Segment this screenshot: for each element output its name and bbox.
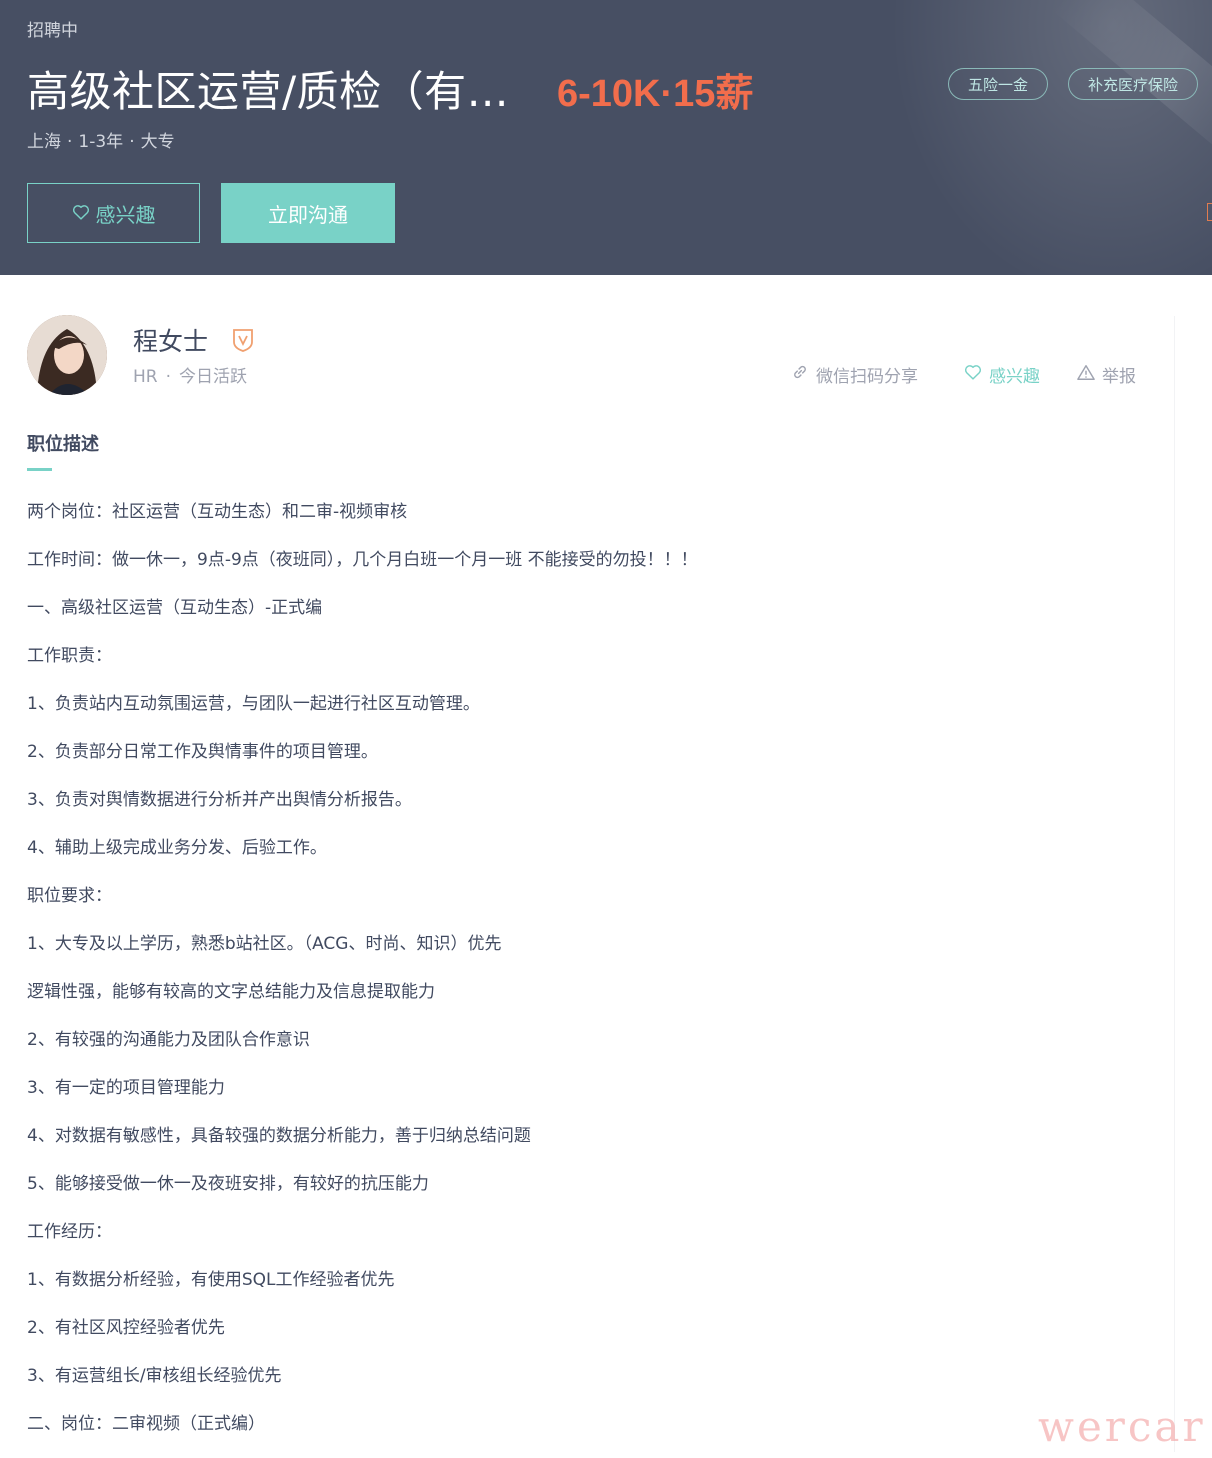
job-salary: 6-10K·15薪 <box>557 73 754 115</box>
recruiter-meta: HR · 今日活跃 <box>133 362 247 387</box>
wechat-share-link[interactable]: 微信扫码分享 <box>791 362 918 387</box>
description-line: 3、有一定的项目管理能力 <box>27 1078 225 1098</box>
description-line: 1、有数据分析经验，有使用SQL工作经验者优先 <box>27 1270 395 1290</box>
section-title: 职位描述 <box>27 434 99 455</box>
job-education: 大专 <box>140 132 175 152</box>
benefit-tag: 补充医疗保险 <box>1068 68 1199 100</box>
job-location: 上海 <box>27 132 61 152</box>
description-line: 5、能够接受做一休一及夜班安排，有较好的抗压能力 <box>27 1174 429 1194</box>
description-line: 4、对数据有敏感性，具备较强的数据分析能力，善于归纳总结问题 <box>27 1126 531 1146</box>
description-line: 2、有较强的沟通能力及团队合作意识 <box>27 1030 310 1050</box>
avatar <box>27 315 107 395</box>
description-line: 1、负责站内互动氛围运营，与团队一起进行社区互动管理。 <box>27 694 480 714</box>
watermark: wercar <box>1038 1402 1206 1451</box>
description-line: 一、高级社区运营（互动生态）-正式编 <box>27 598 323 618</box>
recruiter-activity: 今日活跃 <box>179 367 248 387</box>
heart-icon <box>964 364 982 385</box>
interest-button-label: 感兴趣 <box>95 202 156 227</box>
description-line: 3、负责对舆情数据进行分析并产出舆情分析报告。 <box>27 790 412 810</box>
description-line: 2、负责部分日常工作及舆情事件的项目管理。 <box>27 742 378 762</box>
interest-button[interactable]: 感兴趣 <box>27 183 200 243</box>
interest-link[interactable]: 感兴趣 <box>964 362 1040 387</box>
recruiter-role: HR <box>133 367 158 387</box>
description-line: 2、有社区风控经验者优先 <box>27 1318 225 1338</box>
edge-bracket-decoration <box>1207 203 1212 221</box>
heart-icon <box>72 201 90 225</box>
warning-icon <box>1077 364 1095 386</box>
description-line: 二、岗位：二审视频（正式编） <box>27 1414 265 1434</box>
wechat-share-label: 微信扫码分享 <box>816 367 918 387</box>
separator-dot: · <box>165 367 172 387</box>
separator-dot: · <box>67 132 73 152</box>
job-meta: 上海 · 1-3年 · 大专 <box>27 127 175 152</box>
job-description: 两个岗位：社区运营（互动生态）和二审-视频审核 工作时间：做一休一，9点-9点（… <box>27 498 1157 1458</box>
report-link[interactable]: 举报 <box>1077 362 1136 387</box>
description-line: 工作时间：做一休一，9点-9点（夜班同），几个月白班一个月一班 不能接受的勿投！… <box>27 550 698 570</box>
description-line: 1、大专及以上学历，熟悉b站社区。（ACG、时尚、知识）优先 <box>27 934 502 954</box>
link-icon <box>791 363 809 386</box>
section-title-underline <box>27 468 52 471</box>
description-line: 工作经历： <box>27 1222 112 1242</box>
chat-now-button[interactable]: 立即沟通 <box>221 183 395 243</box>
description-line: 逻辑性强，能够有较高的文字总结能力及信息提取能力 <box>27 982 435 1002</box>
job-status: 招聘中 <box>27 21 78 41</box>
description-line: 工作职责： <box>27 646 112 666</box>
report-label: 举报 <box>1102 367 1136 387</box>
content-divider <box>1174 316 1175 1452</box>
separator-dot: · <box>129 132 135 152</box>
description-line: 两个岗位：社区运营（互动生态）和二审-视频审核 <box>27 502 408 522</box>
verified-badge-icon <box>232 328 254 356</box>
description-line: 4、辅助上级完成业务分发、后验工作。 <box>27 838 327 858</box>
job-header-banner: 招聘中 高级社区运营/质检（有… 6-10K·15薪 上海 · 1-3年 · 大专 五险… <box>0 0 1212 275</box>
benefit-tag: 五险一金 <box>948 68 1049 100</box>
job-experience: 1-3年 <box>78 132 124 152</box>
description-line: 3、有运营组长/审核组长经验优先 <box>27 1366 282 1386</box>
job-title: 高级社区运营/质检（有… <box>27 67 510 116</box>
description-line: 职位要求： <box>27 886 112 906</box>
recruiter-name: 程女士 <box>133 327 209 356</box>
interest-link-label: 感兴趣 <box>989 367 1040 387</box>
